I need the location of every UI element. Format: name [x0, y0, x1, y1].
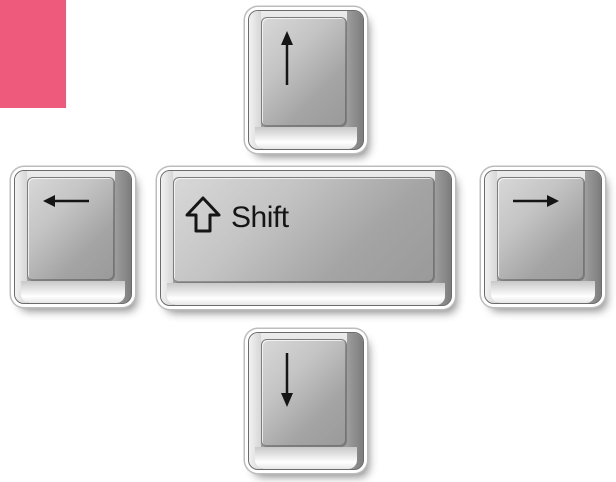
- arrow-right-icon: [513, 195, 559, 207]
- pink-corner-block: [0, 0, 66, 108]
- shift-key-label: Shift: [231, 201, 289, 234]
- arrow-down-icon: [281, 353, 293, 407]
- shift-key[interactable]: Shift: [160, 170, 452, 306]
- right-arrow-key[interactable]: [484, 170, 602, 304]
- key-bevel-bottom: [21, 281, 125, 303]
- up-arrow-key[interactable]: [248, 10, 364, 150]
- arrow-up-icon: [281, 31, 293, 85]
- arrow-left-icon: [43, 195, 89, 207]
- key-bevel-bottom: [255, 127, 357, 149]
- key-bevel-bottom: [491, 281, 595, 303]
- key-face: [261, 339, 347, 447]
- shift-arrow-icon: [185, 196, 221, 233]
- down-arrow-key[interactable]: [248, 332, 364, 470]
- keyboard-keys-illustration: Shift: [0, 0, 616, 482]
- key-bevel-bottom: [255, 447, 357, 469]
- left-arrow-key[interactable]: [14, 170, 132, 304]
- key-bevel-bottom: [167, 283, 445, 305]
- key-face: [261, 17, 347, 127]
